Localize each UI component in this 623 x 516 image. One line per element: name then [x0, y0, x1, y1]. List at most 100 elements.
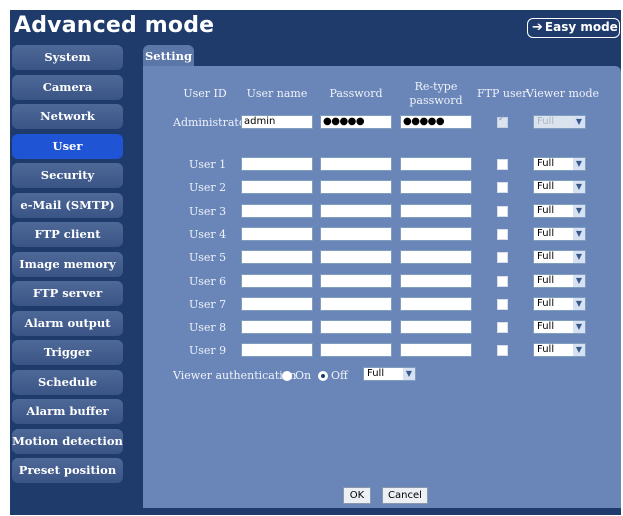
user-8-label: User 8	[189, 321, 227, 334]
user-8-name-input[interactable]	[241, 320, 313, 334]
sidebar-nav: System Camera Network User Security e-Mail (S…	[12, 45, 123, 488]
sidebar-item-ftp-client[interactable]: FTP client	[12, 222, 123, 247]
chevron-down-icon: ▼	[573, 205, 585, 217]
easy-mode-button[interactable]: ➔ Easy mode	[527, 18, 620, 38]
admin-retype-password-input[interactable]: ●●●●●	[400, 115, 472, 129]
user-9-ftp-user-checkbox[interactable]	[497, 345, 508, 356]
user-9-name-input[interactable]	[241, 343, 313, 357]
viewer-auth-mode-select[interactable]: Full ▼	[363, 367, 416, 381]
ok-button[interactable]: OK	[343, 487, 371, 504]
user-3-ftp-user-checkbox[interactable]	[497, 206, 508, 217]
chevron-down-icon: ▼	[573, 116, 585, 128]
header-password: Password	[329, 87, 383, 100]
chevron-down-icon: ▼	[403, 368, 415, 380]
sidebar-item-system[interactable]: System	[12, 45, 123, 70]
user-5-ftp-user-checkbox[interactable]	[497, 252, 508, 263]
user-7-password-input[interactable]	[320, 297, 392, 311]
user-8-viewer-mode-select[interactable]: Full ▼	[533, 320, 586, 334]
sidebar-item-alarm-buffer[interactable]: Alarm buffer	[12, 399, 123, 424]
cancel-button[interactable]: Cancel	[382, 487, 428, 504]
sidebar-item-image-memory[interactable]: Image memory	[12, 251, 123, 277]
user-4-retype-password-input[interactable]	[400, 227, 472, 241]
viewer-auth-off-radio[interactable]	[318, 371, 328, 381]
user-4-password-input[interactable]	[320, 227, 392, 241]
sidebar-item-ftp-server[interactable]: FTP server	[12, 281, 123, 306]
user-4-ftp-user-checkbox[interactable]	[497, 229, 508, 240]
user-5-retype-password-input[interactable]	[400, 250, 472, 264]
user-7-viewer-mode-select[interactable]: Full ▼	[533, 297, 586, 311]
sidebar-item-preset-position[interactable]: Preset position	[12, 458, 123, 483]
user-6-viewer-mode-value: Full	[537, 275, 555, 286]
app-title: Advanced mode	[14, 13, 215, 38]
user-4-viewer-mode-select[interactable]: Full ▼	[533, 227, 586, 241]
chevron-down-icon: ▼	[573, 228, 585, 240]
user-6-retype-password-input[interactable]	[400, 274, 472, 288]
user-3-viewer-mode-value: Full	[537, 205, 555, 216]
user-9-password-input[interactable]	[320, 343, 392, 357]
chevron-down-icon: ▼	[573, 298, 585, 310]
user-5-label: User 5	[189, 251, 227, 264]
sidebar-item-alarm-output[interactable]: Alarm output	[12, 310, 123, 336]
user-2-viewer-mode-value: Full	[537, 181, 555, 192]
sidebar-item-network[interactable]: Network	[12, 104, 123, 129]
user-7-label: User 7	[189, 298, 227, 311]
user-3-name-input[interactable]	[241, 204, 313, 218]
sidebar-item-motion-detection[interactable]: Motion detection	[12, 428, 123, 454]
user-5-password-input[interactable]	[320, 250, 392, 264]
chevron-down-icon: ▼	[573, 344, 585, 356]
user-1-viewer-mode-select[interactable]: Full ▼	[533, 157, 586, 171]
sidebar-item-schedule[interactable]: Schedule	[12, 369, 123, 395]
sidebar-item-camera[interactable]: Camera	[12, 74, 123, 100]
sidebar-item-user[interactable]: User	[12, 133, 123, 159]
chevron-down-icon: ▼	[573, 158, 585, 170]
user-4-name-input[interactable]	[241, 227, 313, 241]
chevron-down-icon: ▼	[573, 275, 585, 287]
user-2-name-input[interactable]	[241, 180, 313, 194]
user-6-label: User 6	[189, 275, 227, 288]
chevron-down-icon: ▼	[573, 251, 585, 263]
user-4-viewer-mode-value: Full	[537, 228, 555, 239]
user-1-name-input[interactable]	[241, 157, 313, 171]
tab-setting[interactable]: Setting	[143, 45, 194, 67]
user-3-retype-password-input[interactable]	[400, 204, 472, 218]
user-4-label: User 4	[189, 228, 227, 241]
user-8-ftp-user-checkbox[interactable]	[497, 322, 508, 333]
user-6-password-input[interactable]	[320, 274, 392, 288]
admin-ftp-user-checkbox: ✓	[497, 114, 508, 128]
viewer-auth-on-label: On	[295, 369, 312, 382]
user-5-name-input[interactable]	[241, 250, 313, 264]
chevron-down-icon: ▼	[573, 321, 585, 333]
viewer-auth-on-radio[interactable]	[282, 371, 292, 381]
user-2-ftp-user-checkbox[interactable]	[497, 182, 508, 193]
sidebar-item-security[interactable]: Security	[12, 163, 123, 188]
admin-user-name-input[interactable]: admin	[241, 115, 313, 129]
user-1-retype-password-input[interactable]	[400, 157, 472, 171]
user-6-name-input[interactable]	[241, 274, 313, 288]
user-6-ftp-user-checkbox[interactable]	[497, 276, 508, 287]
user-8-retype-password-input[interactable]	[400, 320, 472, 334]
header-retype-line1: Re-type	[414, 80, 458, 93]
chevron-down-icon: ▼	[573, 181, 585, 193]
user-1-password-input[interactable]	[320, 157, 392, 171]
user-7-ftp-user-checkbox[interactable]	[497, 299, 508, 310]
user-5-viewer-mode-select[interactable]: Full ▼	[533, 250, 586, 264]
user-9-retype-password-input[interactable]	[400, 343, 472, 357]
user-2-password-input[interactable]	[320, 180, 392, 194]
user-7-retype-password-input[interactable]	[400, 297, 472, 311]
user-3-viewer-mode-select[interactable]: Full ▼	[533, 204, 586, 218]
user-1-ftp-user-checkbox[interactable]	[497, 159, 508, 170]
user-5-viewer-mode-value: Full	[537, 251, 555, 262]
user-3-password-input[interactable]	[320, 204, 392, 218]
user-6-viewer-mode-select[interactable]: Full ▼	[533, 274, 586, 288]
sidebar-item-trigger[interactable]: Trigger	[12, 340, 123, 365]
user-2-viewer-mode-select[interactable]: Full ▼	[533, 180, 586, 194]
admin-password-input[interactable]: ●●●●●	[320, 115, 392, 129]
user-8-password-input[interactable]	[320, 320, 392, 334]
user-9-viewer-mode-select[interactable]: Full ▼	[533, 343, 586, 357]
admin-label: Administrator	[173, 116, 251, 129]
user-2-retype-password-input[interactable]	[400, 180, 472, 194]
checkmark-icon: ✓	[498, 114, 506, 124]
sidebar-item-e-mail-smtp[interactable]: e-Mail (SMTP)	[12, 192, 123, 218]
header-user-id: User ID	[183, 87, 227, 100]
user-7-name-input[interactable]	[241, 297, 313, 311]
